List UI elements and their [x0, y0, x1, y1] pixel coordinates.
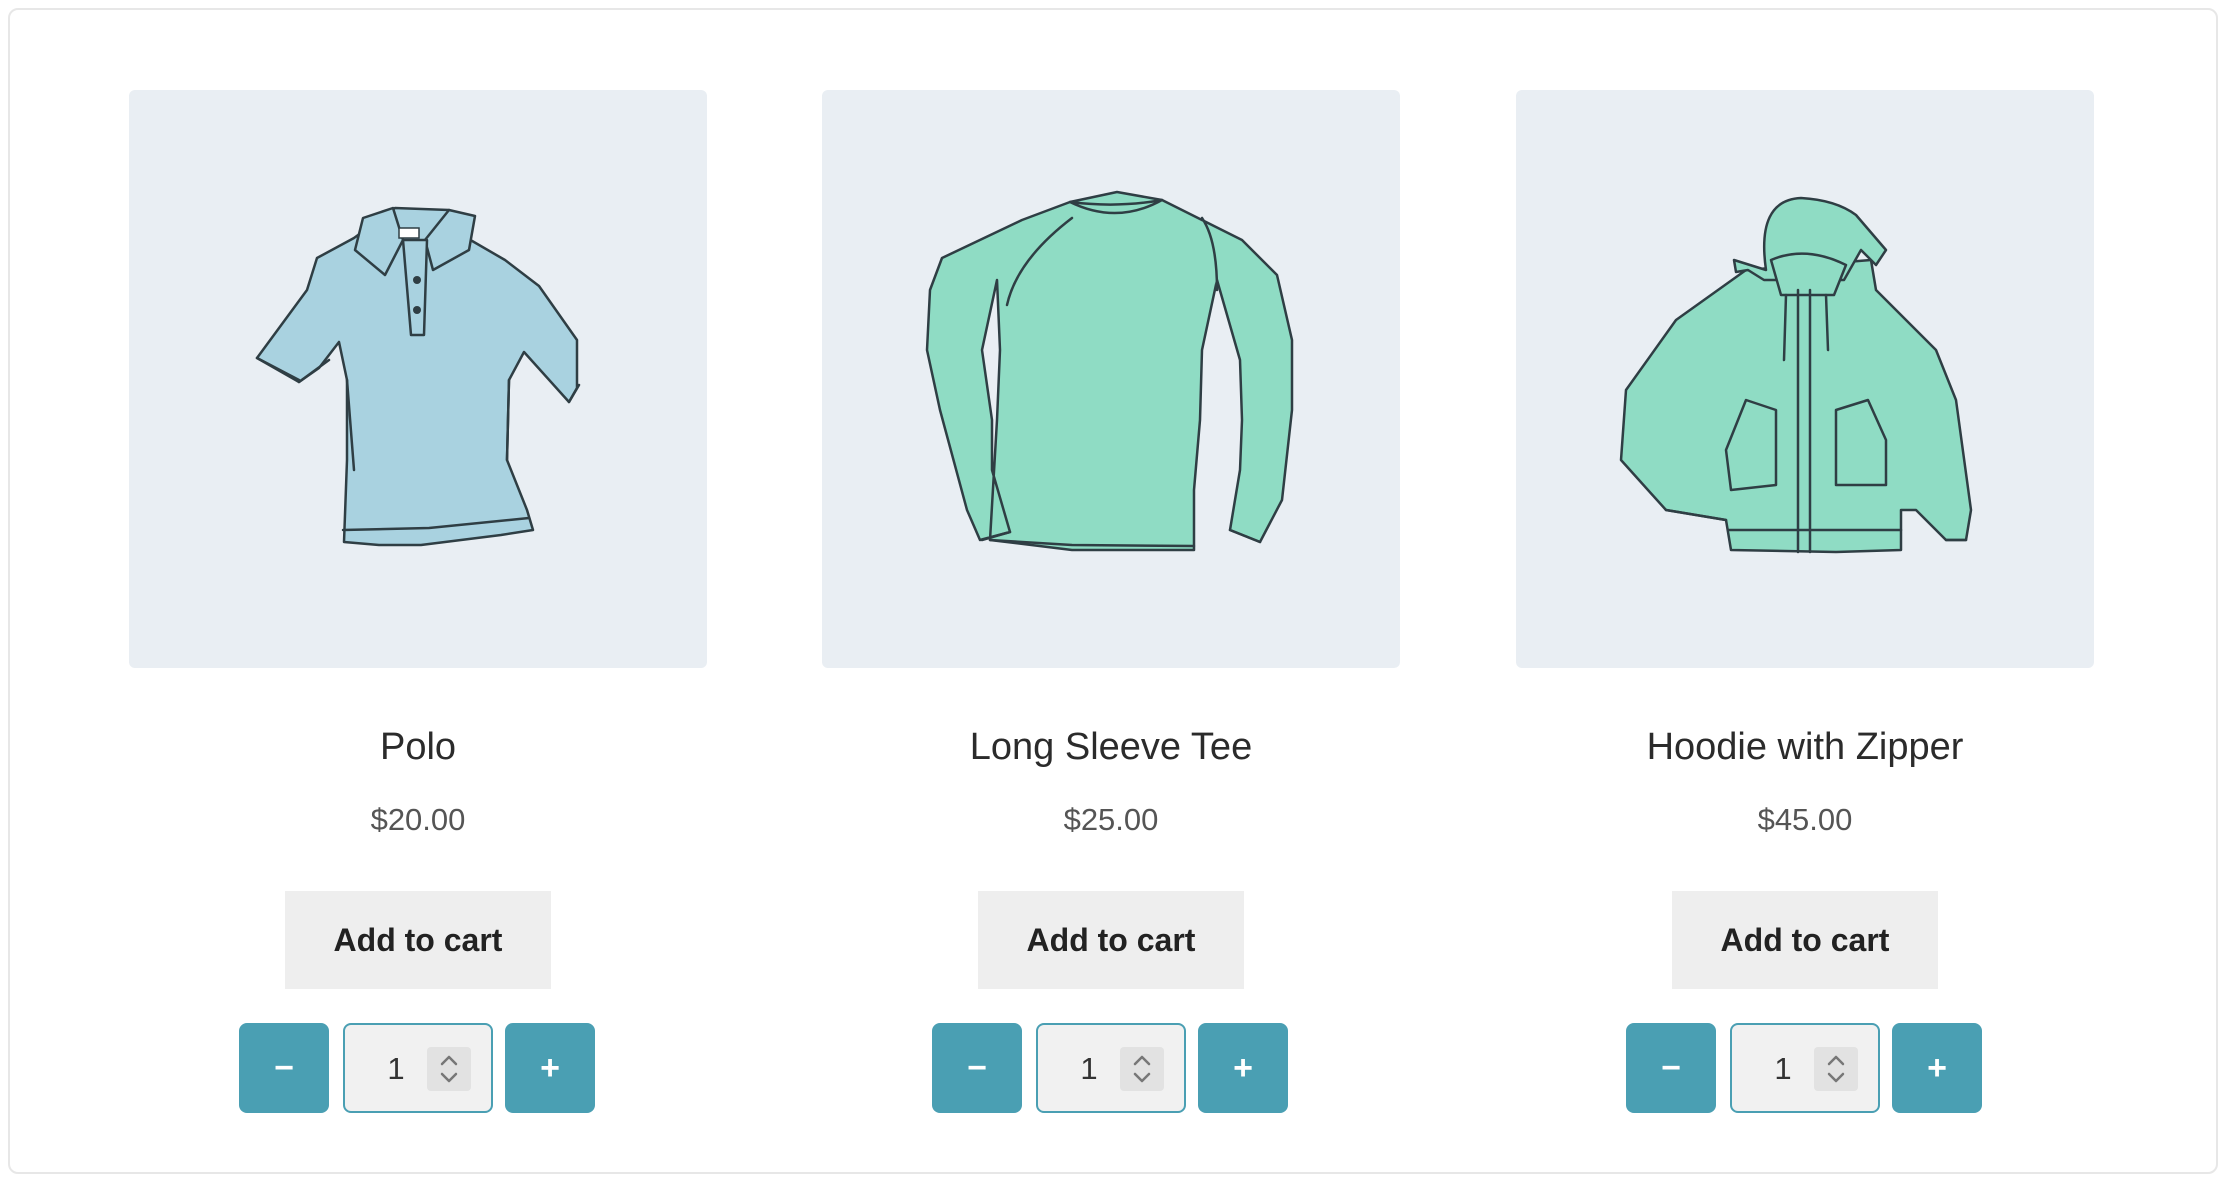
product-title[interactable]: Long Sleeve Tee — [822, 722, 1400, 772]
quantity-increase-button[interactable]: + — [1892, 1023, 1982, 1113]
product-price: $45.00 — [1757, 802, 1853, 837]
zip-hoodie-icon — [1619, 196, 1973, 554]
product-title[interactable]: Hoodie with Zipper — [1516, 722, 2094, 772]
quantity-input[interactable]: 1 — [1036, 1023, 1186, 1113]
add-to-cart-button[interactable]: Add to cart — [285, 891, 551, 989]
product-card-long-sleeve-tee: Long Sleeve Tee $25.00 Add to cart − 1 + — [822, 90, 1400, 1120]
quantity-stepper: − 1 + — [932, 1023, 1290, 1115]
product-image-long-sleeve-tee[interactable] — [822, 90, 1400, 668]
product-price: $25.00 — [1063, 802, 1159, 837]
quantity-input[interactable]: 1 — [343, 1023, 493, 1113]
product-card-polo: Polo $20.00 Add to cart − 1 + — [129, 90, 707, 1120]
polo-shirt-icon — [255, 206, 581, 547]
quantity-input[interactable]: 1 — [1730, 1023, 1880, 1113]
product-price: $20.00 — [370, 802, 466, 837]
spinner-arrows-icon[interactable] — [1120, 1047, 1164, 1091]
add-to-cart-button[interactable]: Add to cart — [978, 891, 1244, 989]
quantity-stepper: − 1 + — [239, 1023, 597, 1115]
quantity-decrease-button[interactable]: − — [239, 1023, 329, 1113]
quantity-stepper: − 1 + — [1626, 1023, 1984, 1115]
long-sleeve-tee-icon — [925, 190, 1294, 552]
quantity-decrease-button[interactable]: − — [932, 1023, 1022, 1113]
product-image-polo[interactable] — [129, 90, 707, 668]
quantity-increase-button[interactable]: + — [1198, 1023, 1288, 1113]
spinner-arrows-icon[interactable] — [427, 1047, 471, 1091]
add-to-cart-button[interactable]: Add to cart — [1672, 891, 1938, 989]
quantity-decrease-button[interactable]: − — [1626, 1023, 1716, 1113]
quantity-value: 1 — [1080, 1051, 1098, 1086]
product-image-hoodie-with-zipper[interactable] — [1516, 90, 2094, 668]
product-title[interactable]: Polo — [129, 722, 707, 772]
quantity-increase-button[interactable]: + — [505, 1023, 595, 1113]
quantity-value: 1 — [387, 1051, 405, 1086]
spinner-arrows-icon[interactable] — [1814, 1047, 1858, 1091]
product-grid-frame: Polo $20.00 Add to cart − 1 + Long Sleev… — [8, 8, 2218, 1174]
product-card-hoodie-with-zipper: Hoodie with Zipper $45.00 Add to cart − … — [1516, 90, 2094, 1120]
quantity-value: 1 — [1774, 1051, 1792, 1086]
